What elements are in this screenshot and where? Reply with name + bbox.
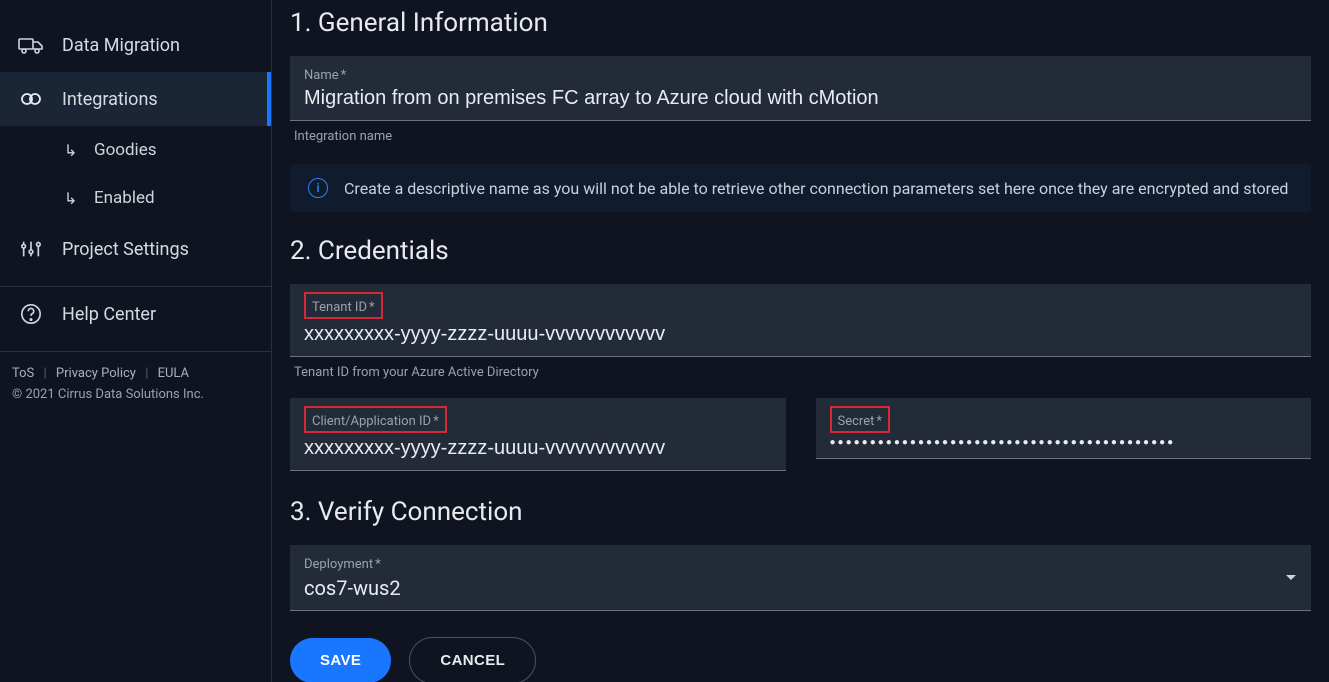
sidebar-item-label: Help Center bbox=[62, 304, 156, 325]
section-credentials-title: 2. Credentials bbox=[290, 236, 1311, 266]
info-banner: i Create a descriptive name as you will … bbox=[290, 164, 1311, 212]
sidebar-item-data-migration[interactable]: Data Migration bbox=[0, 18, 271, 72]
name-label: Name bbox=[304, 68, 346, 83]
sidebar-item-label: Integrations bbox=[62, 89, 158, 110]
secret-field[interactable]: Secret ●●●●●●●●●●●●●●●●●●●●●●●●●●●●●●●●●… bbox=[816, 398, 1312, 459]
name-field[interactable]: Name bbox=[290, 56, 1311, 121]
tenant-helper: Tenant ID from your Azure Active Directo… bbox=[294, 365, 1307, 380]
sidebar-item-integrations[interactable]: Integrations bbox=[0, 72, 271, 126]
sidebar-item-help-center[interactable]: Help Center bbox=[0, 287, 271, 341]
sidebar-item-label: Project Settings bbox=[62, 239, 189, 260]
info-icon: i bbox=[308, 178, 328, 198]
tenant-id-input[interactable] bbox=[304, 323, 1297, 346]
help-icon bbox=[18, 301, 44, 327]
deployment-value: cos7-wus2 bbox=[304, 576, 1297, 600]
main-content: 1. General Information Name Integration … bbox=[272, 0, 1329, 682]
section-general-title: 1. General Information bbox=[290, 8, 1311, 38]
sliders-icon bbox=[18, 236, 44, 262]
sidebar-item-label: Data Migration bbox=[62, 35, 180, 56]
truck-icon bbox=[18, 32, 44, 58]
sidebar-item-goodies[interactable]: ↳ Goodies bbox=[0, 126, 271, 174]
sidebar-item-label: Enabled bbox=[94, 188, 155, 208]
client-id-label-wrap: Client/Application ID bbox=[304, 406, 772, 433]
copyright: © 2021 Cirrus Data Solutions Inc. bbox=[0, 385, 271, 404]
cancel-button[interactable]: CANCEL bbox=[409, 637, 536, 682]
info-message: Create a descriptive name as you will no… bbox=[344, 179, 1288, 198]
section-verify-title: 3. Verify Connection bbox=[290, 497, 1311, 527]
privacy-link[interactable]: Privacy Policy bbox=[56, 366, 136, 381]
tos-link[interactable]: ToS bbox=[12, 366, 34, 381]
client-id-field[interactable]: Client/Application ID bbox=[290, 398, 786, 471]
name-helper: Integration name bbox=[294, 129, 1307, 144]
sub-arrow-icon: ↳ bbox=[64, 189, 78, 208]
client-id-input[interactable] bbox=[304, 437, 772, 460]
save-button[interactable]: SAVE bbox=[290, 638, 391, 682]
sidebar: Data Migration Integrations ↳ Goodies ↳ … bbox=[0, 0, 272, 682]
tenant-id-field[interactable]: Tenant ID bbox=[290, 284, 1311, 357]
highlight-box: Secret bbox=[830, 406, 890, 433]
sidebar-item-enabled[interactable]: ↳ Enabled bbox=[0, 174, 271, 222]
highlight-box: Client/Application ID bbox=[304, 406, 447, 433]
secret-input[interactable]: ●●●●●●●●●●●●●●●●●●●●●●●●●●●●●●●●●●●●●●●●… bbox=[830, 437, 1298, 448]
eula-link[interactable]: EULA bbox=[158, 366, 189, 381]
deployment-select[interactable]: Deployment cos7-wus2 bbox=[290, 545, 1311, 611]
highlight-box: Tenant ID bbox=[304, 292, 383, 319]
footer-links: ToS | Privacy Policy | EULA bbox=[0, 352, 271, 385]
tenant-id-label-wrap: Tenant ID bbox=[304, 292, 1297, 319]
secret-label-wrap: Secret bbox=[830, 406, 1298, 433]
link-icon bbox=[18, 86, 44, 112]
sidebar-item-label: Goodies bbox=[94, 140, 156, 160]
chevron-down-icon bbox=[1285, 574, 1297, 582]
sub-arrow-icon: ↳ bbox=[64, 141, 78, 160]
deployment-label: Deployment bbox=[304, 557, 381, 572]
name-input[interactable] bbox=[304, 87, 1297, 110]
form-actions: SAVE CANCEL bbox=[290, 637, 1311, 682]
sidebar-item-project-settings[interactable]: Project Settings bbox=[0, 222, 271, 276]
